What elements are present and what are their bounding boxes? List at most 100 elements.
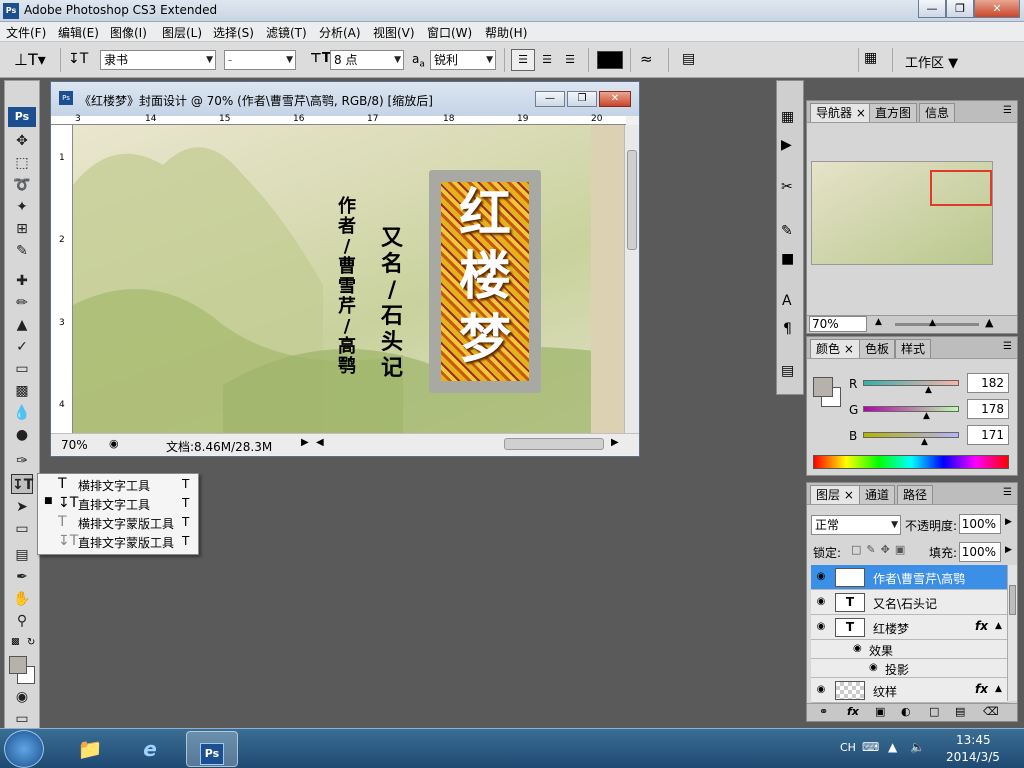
- brushes-panel-icon[interactable]: ✎: [781, 223, 793, 239]
- eraser-tool-icon[interactable]: ▭: [11, 359, 33, 379]
- red-value-field[interactable]: 182: [967, 373, 1009, 393]
- font-style-select[interactable]: - ▼: [224, 50, 296, 70]
- clone-source-icon[interactable]: ■: [781, 251, 794, 267]
- history-panel-icon[interactable]: ▦: [781, 109, 794, 125]
- font-size-select[interactable]: 8 点 ▼: [330, 50, 404, 70]
- file-explorer-taskbar-icon[interactable]: 📁: [66, 731, 114, 767]
- menu-image[interactable]: 图像(I): [110, 24, 147, 41]
- panel-menu-icon[interactable]: ☰: [1003, 487, 1012, 498]
- vertical-type-tool-icon[interactable]: ↧T: [11, 474, 33, 494]
- effects-eye-icon[interactable]: ◉: [853, 643, 862, 654]
- lock-options-icon[interactable]: □✎✥▣: [851, 543, 910, 556]
- visibility-eye-icon[interactable]: ◉: [814, 596, 828, 608]
- tool-presets-icon[interactable]: ✂: [781, 179, 793, 195]
- magic-wand-tool-icon[interactable]: ✦: [11, 197, 33, 217]
- flyout-item-horizontal-type[interactable]: T 横排文字工具 T: [38, 475, 198, 494]
- notes-tool-icon[interactable]: ▤: [11, 545, 33, 565]
- doc-close-button[interactable]: ✕: [599, 91, 631, 107]
- menu-select[interactable]: 选择(S): [213, 24, 254, 41]
- fx-badge[interactable]: fx: [975, 682, 988, 696]
- fill-arrow-icon[interactable]: ▶: [1005, 545, 1012, 555]
- start-button[interactable]: [4, 730, 44, 768]
- layer-style-icon[interactable]: fx: [847, 705, 859, 718]
- vertical-scrollbar[interactable]: [624, 125, 639, 434]
- navigator-preview[interactable]: [811, 161, 993, 265]
- visibility-eye-icon[interactable]: ◉: [814, 621, 828, 633]
- layers-scroll-thumb[interactable]: [1009, 585, 1016, 615]
- layer-mask-icon[interactable]: ▣: [875, 705, 885, 718]
- green-value-field[interactable]: 178: [967, 399, 1009, 419]
- layer-comps-icon[interactable]: ▤: [781, 363, 794, 379]
- delete-layer-icon[interactable]: ⌫: [983, 705, 999, 718]
- fx-badge[interactable]: fx: [975, 619, 988, 633]
- character-panel-icon[interactable]: ▤: [682, 51, 695, 67]
- tab-info[interactable]: 信息: [919, 103, 956, 122]
- tab-histogram[interactable]: 直方图: [869, 103, 918, 122]
- zoom-tool-icon[interactable]: ⚲: [11, 611, 33, 631]
- red-slider[interactable]: [863, 380, 959, 386]
- menu-layer[interactable]: 图层(L): [162, 24, 202, 41]
- green-slider-thumb[interactable]: ▲: [923, 411, 930, 421]
- layers-scrollbar[interactable]: [1007, 565, 1017, 701]
- path-selection-tool-icon[interactable]: ➤: [11, 497, 33, 517]
- history-brush-tool-icon[interactable]: ✓: [11, 337, 33, 357]
- character-panel-icon[interactable]: A: [782, 293, 792, 309]
- zoom-in-icon[interactable]: ▲: [985, 316, 993, 329]
- menu-view[interactable]: 视图(V): [373, 24, 415, 41]
- blue-value-field[interactable]: 171: [967, 425, 1009, 445]
- menu-filter[interactable]: 滤镜(T): [266, 24, 307, 41]
- doc-minimize-button[interactable]: —: [535, 91, 565, 107]
- bridge-icon[interactable]: ▦: [864, 50, 877, 66]
- align-top-button[interactable]: ☰: [511, 49, 535, 71]
- blue-slider[interactable]: [863, 432, 959, 438]
- color-ramp[interactable]: [813, 455, 1009, 469]
- paragraph-panel-icon[interactable]: ¶: [783, 321, 792, 337]
- tab-navigator[interactable]: 导航器 ×: [810, 103, 872, 122]
- maximize-button[interactable]: ❐: [946, 0, 974, 18]
- align-center-button[interactable]: ☰: [537, 49, 557, 71]
- new-layer-icon[interactable]: ▤: [955, 705, 965, 718]
- eyedropper-tool-icon[interactable]: ✒: [11, 567, 33, 587]
- fill-field[interactable]: 100%: [959, 542, 1001, 562]
- lasso-tool-icon[interactable]: ➰: [11, 175, 33, 195]
- antialias-select[interactable]: 锐利 ▼: [430, 50, 496, 70]
- tab-channels[interactable]: 通道: [859, 485, 896, 504]
- clock-time[interactable]: 13:45: [956, 733, 991, 747]
- adjustment-layer-icon[interactable]: ◐: [901, 705, 911, 718]
- swap-colors-icon[interactable]: ↻: [27, 637, 35, 648]
- navigator-zoom-field[interactable]: 70%: [809, 316, 867, 332]
- shape-tool-icon[interactable]: ▭: [11, 519, 33, 539]
- screen-mode-icon[interactable]: ▭: [11, 709, 33, 729]
- book-title-vertical-text[interactable]: 红 楼 梦: [441, 182, 529, 371]
- blend-mode-select[interactable]: 正常 ▼: [811, 515, 901, 535]
- brush-tool-icon[interactable]: ✏: [11, 293, 33, 313]
- tab-swatches[interactable]: 色板: [859, 339, 896, 358]
- marquee-tool-icon[interactable]: ⬚: [11, 153, 33, 173]
- drop-shadow-eye-icon[interactable]: ◉: [869, 662, 878, 673]
- menu-window[interactable]: 窗口(W): [427, 24, 472, 41]
- menu-analysis[interactable]: 分析(A): [319, 24, 361, 41]
- doc-restore-button[interactable]: ❐: [567, 91, 597, 107]
- vertical-scroll-thumb[interactable]: [627, 150, 637, 250]
- color-fg-swatch[interactable]: [813, 377, 833, 397]
- photoshop-taskbar-button[interactable]: Ps: [186, 731, 238, 767]
- expand-effects-icon[interactable]: ▲: [995, 684, 1002, 694]
- actions-panel-icon[interactable]: ▶: [781, 137, 792, 153]
- red-slider-thumb[interactable]: ▲: [925, 385, 932, 395]
- tab-paths[interactable]: 路径: [897, 485, 934, 504]
- healing-brush-tool-icon[interactable]: ✚: [11, 271, 33, 291]
- gradient-tool-icon[interactable]: ▩: [11, 381, 33, 401]
- move-tool-icon[interactable]: ✥: [11, 131, 33, 151]
- keyboard-icon[interactable]: ⌨: [862, 740, 879, 754]
- zoom-level[interactable]: 70%: [61, 438, 88, 452]
- menu-edit[interactable]: 编辑(E): [58, 24, 99, 41]
- status-options-icon[interactable]: ◉: [109, 437, 119, 450]
- scroll-left-arrow-icon[interactable]: ◀: [316, 437, 324, 448]
- new-group-icon[interactable]: □: [929, 705, 939, 718]
- close-button[interactable]: ✕: [974, 0, 1020, 18]
- opacity-field[interactable]: 100%: [959, 514, 1001, 534]
- document-canvas[interactable]: 作 者 / 曹 雪 芹 / 高 鹗 又 名 / 石 头 记 红 楼 梦: [73, 125, 624, 434]
- tab-layers[interactable]: 图层 ×: [810, 485, 860, 504]
- effects-row[interactable]: ◉ 效果: [811, 640, 1009, 659]
- pen-tool-icon[interactable]: ✑: [11, 451, 33, 471]
